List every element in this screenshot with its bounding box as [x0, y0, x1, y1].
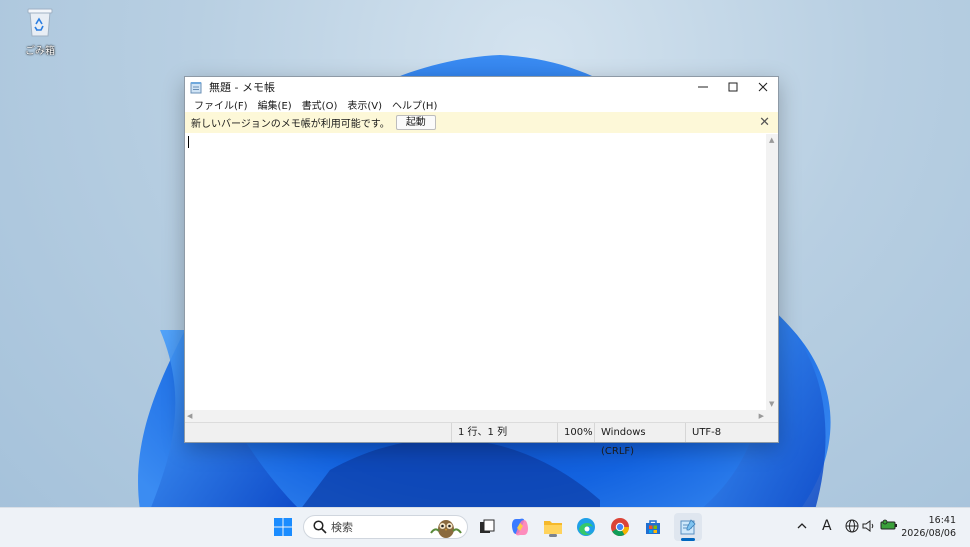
maximize-button[interactable]: [718, 77, 748, 97]
status-encoding: UTF-8: [685, 423, 772, 442]
notepad-window[interactable]: 無題 - メモ帳 ファイル(F) 編集(E) 書式(O) 表示(V) ヘルプ(H…: [184, 76, 779, 457]
update-infobar: 新しいバージョンのメモ帳が利用可能です。 起動 ✕: [185, 112, 778, 133]
close-icon: [758, 82, 768, 92]
menu-format[interactable]: 書式(O): [297, 97, 343, 112]
horizontal-scrollbar[interactable]: ◀ ▶: [185, 410, 766, 422]
launch-button[interactable]: 起動: [395, 115, 436, 130]
update-message: 新しいバージョンのメモ帳が利用可能です。: [191, 119, 390, 130]
notepad-active-indicator: [681, 538, 695, 541]
recycle-bin-icon: [27, 8, 53, 37]
store-icon: [646, 520, 660, 534]
copilot-icon: [512, 518, 528, 536]
minimize-button[interactable]: [688, 77, 718, 97]
text-caret: [188, 136, 189, 148]
status-bar: 1 行、1 列 100% Windows (CRLF) UTF-8: [185, 422, 778, 457]
text-editor[interactable]: [185, 134, 766, 410]
maximize-icon: [728, 82, 738, 92]
title-bar[interactable]: 無題 - メモ帳: [185, 77, 778, 97]
task-view-icon: [480, 519, 495, 533]
chrome-button[interactable]: [608, 515, 632, 539]
system-clock[interactable]: 16:41 2026/08/06: [901, 514, 956, 540]
search-placeholder: 検索: [331, 521, 353, 534]
search-highlight-owl-icon: [430, 520, 462, 538]
menu-view[interactable]: 表示(V): [342, 97, 387, 112]
chrome-icon: [611, 518, 629, 537]
scrollbar-corner: [766, 410, 778, 422]
menu-edit[interactable]: 編集(E): [253, 97, 297, 112]
infobar-close-icon[interactable]: ✕: [759, 115, 770, 130]
show-hidden-icons-chevron-icon[interactable]: [797, 520, 807, 533]
recycle-bin-shortcut[interactable]: ごみ箱: [18, 6, 62, 57]
ime-mode-indicator[interactable]: A: [822, 518, 832, 534]
start-icon: [274, 518, 292, 536]
network-globe-icon[interactable]: [845, 519, 859, 536]
menu-help[interactable]: ヘルプ(H): [387, 97, 442, 112]
taskbar: 検索 A 16:41 2026/08/06: [0, 507, 970, 547]
scroll-right-icon[interactable]: ▶: [759, 412, 764, 420]
battery-icon[interactable]: [880, 519, 898, 534]
file-explorer-button[interactable]: [541, 515, 565, 539]
volume-icon[interactable]: [862, 519, 876, 536]
recycle-bin-label: ごみ箱: [25, 46, 55, 57]
scroll-down-icon[interactable]: ▼: [769, 400, 774, 408]
edge-icon: [577, 518, 595, 536]
copilot-button[interactable]: [508, 515, 532, 539]
notepad-icon: [680, 519, 696, 535]
menu-file[interactable]: ファイル(F): [189, 97, 253, 112]
search-icon: [313, 520, 327, 534]
taskbar-search-box[interactable]: 検索: [303, 515, 468, 539]
vertical-scrollbar[interactable]: ▲ ▼: [766, 134, 778, 410]
status-cursor-position: 1 行、1 列: [451, 423, 558, 442]
edge-button[interactable]: [574, 515, 598, 539]
menu-bar: ファイル(F) 編集(E) 書式(O) 表示(V) ヘルプ(H): [185, 97, 778, 112]
notepad-taskbar-button[interactable]: [674, 513, 702, 541]
start-button[interactable]: [271, 515, 295, 539]
store-button[interactable]: [641, 515, 665, 539]
explorer-running-indicator: [549, 534, 557, 537]
notepad-app-icon: [190, 81, 202, 93]
close-button[interactable]: [748, 77, 778, 97]
window-title: 無題 - メモ帳: [209, 81, 275, 94]
scroll-up-icon[interactable]: ▲: [769, 136, 774, 144]
clock-time: 16:41: [928, 515, 956, 526]
scroll-left-icon[interactable]: ◀: [187, 412, 192, 420]
minimize-icon: [698, 86, 708, 88]
status-line-ending: Windows (CRLF): [594, 423, 681, 457]
task-view-button[interactable]: [475, 515, 499, 539]
status-zoom: 100%: [557, 423, 594, 442]
clock-date: 2026/08/06: [901, 528, 956, 539]
